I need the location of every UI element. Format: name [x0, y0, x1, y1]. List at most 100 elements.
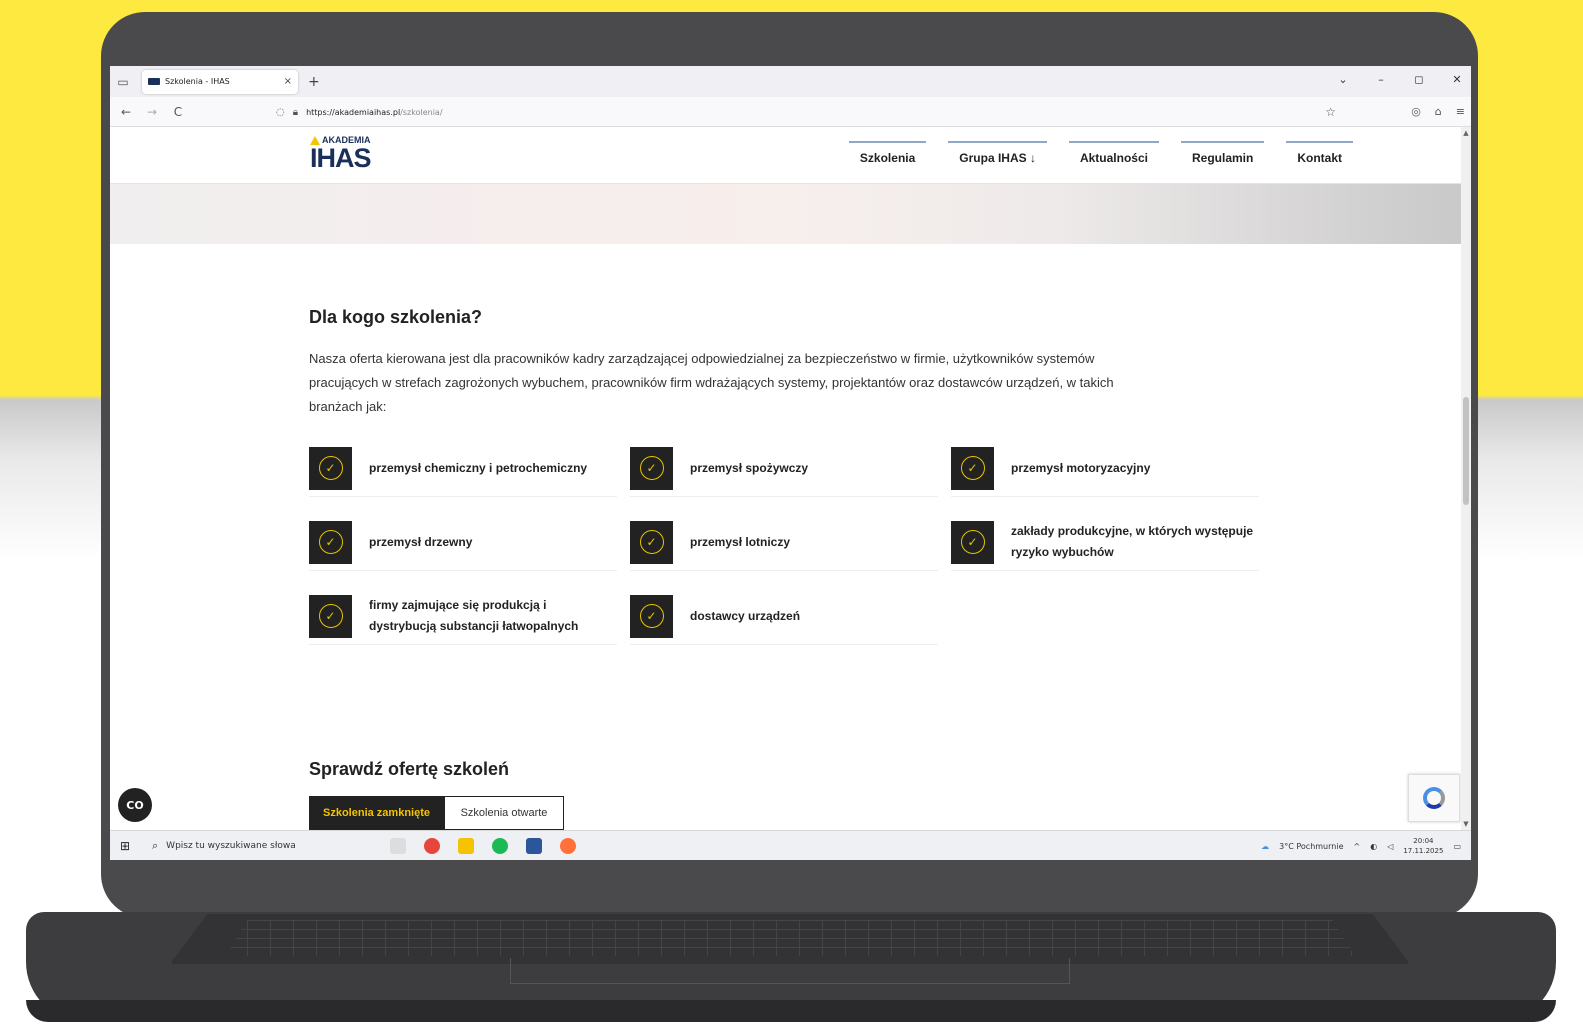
scroll-down-icon[interactable]: ▼	[1461, 820, 1471, 828]
tab-title: Szkolenia - IHAS	[165, 77, 230, 86]
list-item: ✓ przemysł motoryzacyjny	[951, 440, 1259, 497]
logo-main-text: IHAS	[310, 143, 372, 173]
menu-item-regulamin[interactable]: Regulamin	[1180, 141, 1265, 165]
lock-icon[interactable]: 🔒︎	[293, 107, 298, 118]
hero-banner	[110, 184, 1461, 244]
check-icon: ✓	[951, 446, 994, 490]
reload-button[interactable]: C	[168, 105, 188, 119]
shield-icon[interactable]: ◌	[276, 107, 285, 118]
browser-tab[interactable]: Szkolenia - IHAS ×	[142, 69, 298, 94]
taskbar-search-placeholder: Wpisz tu wyszukiwane słowa	[166, 840, 296, 851]
check-icon: ✓	[630, 594, 673, 638]
maximize-button[interactable]: ◻	[1413, 73, 1425, 86]
list-item: ✓ przemysł spożywczy	[630, 440, 938, 497]
clock-time: 20:04	[1413, 837, 1434, 845]
network-icon[interactable]: ◐	[1370, 842, 1377, 851]
menu-item-aktualnosci[interactable]: Aktualności	[1068, 141, 1159, 165]
site-logo[interactable]: AKADEMIA IHAS	[310, 135, 382, 179]
check-icon: ✓	[309, 520, 352, 564]
list-item: ✓ dostawcy urządzeń	[630, 588, 938, 645]
recaptcha-icon	[1423, 787, 1445, 809]
chrome-icon[interactable]	[424, 837, 440, 854]
tray-overflow-icon[interactable]: ^	[1354, 842, 1361, 851]
close-window-button[interactable]: ✕	[1451, 73, 1463, 86]
back-button[interactable]: ←	[116, 105, 136, 119]
industry-label: przemysł spożywczy	[690, 460, 809, 475]
pocket-icon[interactable]: ◎	[1411, 105, 1421, 118]
windows-start-icon[interactable]: ⊞	[110, 839, 140, 853]
scroll-up-icon[interactable]: ▲	[1461, 129, 1471, 137]
menu-icon[interactable]: ≡	[1456, 105, 1465, 118]
weather-icon: ☁	[1261, 841, 1270, 851]
industry-label: przemysł drzewny	[369, 534, 473, 549]
offer-title: Sprawdź ofertę szkoleń	[309, 759, 510, 779]
weather-text[interactable]: 3°C Pochmurnie	[1279, 842, 1343, 851]
taskbar-apps	[390, 837, 576, 854]
industry-label: dostawcy urządzeń	[690, 608, 801, 623]
audience-title: Dla kogo szkolenia?	[309, 307, 483, 327]
check-circle: ✓	[318, 530, 343, 554]
spotify-icon[interactable]	[492, 837, 508, 854]
browser-toolbar-right: ◎ ⌂ ≡	[1411, 105, 1465, 118]
forward-button[interactable]: →	[142, 105, 162, 119]
list-item: ✓ przemysł chemiczny i petrochemiczny	[309, 440, 617, 497]
check-icon: ✓	[630, 446, 673, 490]
list-item: ✓ przemysł drzewny	[309, 514, 617, 571]
main-menu: Szkolenia Grupa IHAS ↓ Aktualności Regul…	[848, 141, 1353, 165]
check-circle: ✓	[639, 456, 664, 480]
tab-open-trainings[interactable]: Szkolenia otwarte	[444, 796, 564, 830]
taskbar-clock[interactable]: 20:04 17.11.2025	[1403, 836, 1443, 856]
check-icon: ✓	[309, 594, 352, 638]
word-icon[interactable]	[526, 837, 542, 854]
web-page: AKADEMIA IHAS Szkolenia Grupa IHAS ↓ Akt…	[110, 127, 1461, 830]
laptop-screen: ▭ Szkolenia - IHAS × + ⌄ – ◻ ✕ ← → C ◌ 🔒…	[110, 66, 1471, 860]
menu-item-grupa-ihas[interactable]: Grupa IHAS ↓	[948, 141, 1047, 165]
check-circle: ✓	[639, 530, 664, 554]
taskbar-search[interactable]: ⌕ Wpisz tu wyszukiwane słowa	[140, 831, 370, 861]
bookmark-star-icon[interactable]: ☆	[1325, 105, 1336, 119]
browser-nav-bar: ← → C ◌ 🔒︎ https://akademiaihas.pl /szko…	[110, 97, 1471, 127]
laptop-base-edge	[26, 1000, 1556, 1022]
system-tray: ☁ 3°C Pochmurnie ^ ◐ ◁ 20:04 17.11.2025 …	[1261, 831, 1461, 860]
windows-taskbar: ⊞ ⌕ Wpisz tu wyszukiwane słowa ☁ 3°C Poc…	[110, 830, 1471, 860]
volume-icon[interactable]: ◁	[1387, 842, 1393, 851]
tab-close-icon[interactable]: ×	[284, 76, 292, 87]
industry-label: firmy zajmujące się produkcją i dystrybu…	[369, 598, 579, 633]
new-tab-button[interactable]: +	[308, 74, 320, 90]
check-circle: ✓	[960, 456, 985, 480]
task-view-icon[interactable]	[390, 837, 406, 854]
industry-label: zakłady produkcyjne, w których występuje…	[1011, 524, 1254, 559]
favicon-icon	[148, 78, 160, 85]
window-controls: ⌄ – ◻ ✕	[1337, 73, 1463, 86]
notifications-icon[interactable]: ▭	[1453, 842, 1461, 851]
check-icon: ✓	[951, 520, 994, 564]
recaptcha-badge[interactable]	[1408, 774, 1460, 822]
check-circle: ✓	[318, 456, 343, 480]
list-item: ✓ zakłady produkcyjne, w których występu…	[951, 514, 1259, 571]
industry-label: przemysł lotniczy	[690, 534, 791, 549]
audience-intro: Nasza oferta kierowana jest dla pracowni…	[309, 351, 1114, 414]
tab-closed-trainings[interactable]: Szkolenia zamknięte	[309, 796, 444, 830]
url-path: /szkolenia/	[400, 107, 443, 117]
menu-item-szkolenia[interactable]: Szkolenia	[848, 141, 927, 165]
list-item: ✓ przemysł lotniczy	[630, 514, 938, 571]
extensions-icon[interactable]: ⌂	[1435, 105, 1442, 118]
check-icon: ✓	[630, 520, 673, 564]
minimize-button[interactable]: –	[1375, 73, 1387, 86]
tab-list-icon[interactable]: ▭	[110, 75, 136, 89]
check-circle: ✓	[639, 604, 664, 628]
accessibility-badge[interactable]: CO	[118, 788, 152, 822]
scroll-thumb[interactable]	[1463, 397, 1469, 505]
check-icon: ✓	[309, 446, 352, 490]
file-explorer-icon[interactable]	[458, 837, 474, 854]
menu-item-kontakt[interactable]: Kontakt	[1286, 141, 1353, 165]
search-icon: ⌕	[152, 838, 159, 852]
laptop-trackpad	[510, 958, 1070, 984]
page-scrollbar[interactable]: ▲ ▼	[1461, 127, 1471, 830]
address-bar[interactable]: ◌ 🔒︎ https://akademiaihas.pl /szkolenia/…	[276, 101, 1336, 123]
tab-overflow-icon[interactable]: ⌄	[1337, 73, 1349, 86]
check-circle: ✓	[960, 530, 985, 554]
industry-label: przemysł motoryzacyjny	[1011, 460, 1151, 475]
firefox-icon[interactable]	[560, 837, 576, 854]
industry-label: przemysł chemiczny i petrochemiczny	[369, 460, 588, 475]
